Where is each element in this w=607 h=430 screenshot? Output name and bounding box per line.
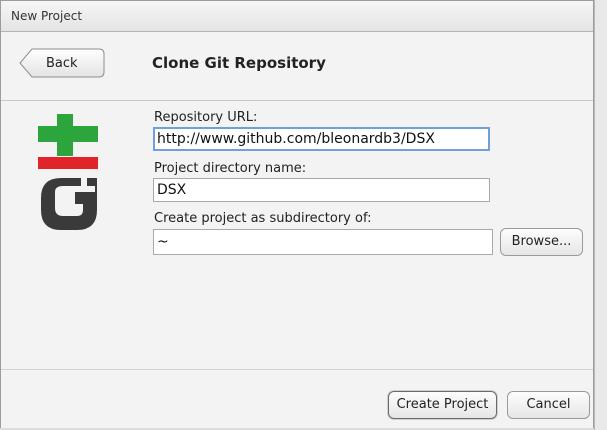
background-window-edge [594, 0, 607, 430]
subdir-label: Create project as subdirectory of: [154, 211, 372, 226]
dialog-titlebar: New Project [1, 1, 593, 32]
wizard-header: Back Clone Git Repository [1, 32, 593, 101]
back-button-label: Back [46, 56, 78, 71]
back-button[interactable]: Back [19, 48, 105, 78]
dialog-footer [1, 369, 593, 428]
new-project-dialog: New Project Back Clone Git Repository Re… [0, 0, 594, 428]
dialog-title: New Project [11, 9, 83, 23]
dir-name-label: Project directory name: [154, 161, 307, 176]
browse-button[interactable]: Browse... [500, 228, 583, 256]
repo-url-label: Repository URL: [154, 110, 258, 125]
subdir-input[interactable] [153, 229, 493, 255]
create-project-button[interactable]: Create Project [388, 391, 497, 419]
repo-url-input[interactable] [153, 127, 490, 151]
git-logo-icon [37, 114, 101, 234]
page-title: Clone Git Repository [152, 54, 326, 72]
cancel-button[interactable]: Cancel [507, 391, 590, 419]
dir-name-input[interactable] [153, 178, 490, 202]
